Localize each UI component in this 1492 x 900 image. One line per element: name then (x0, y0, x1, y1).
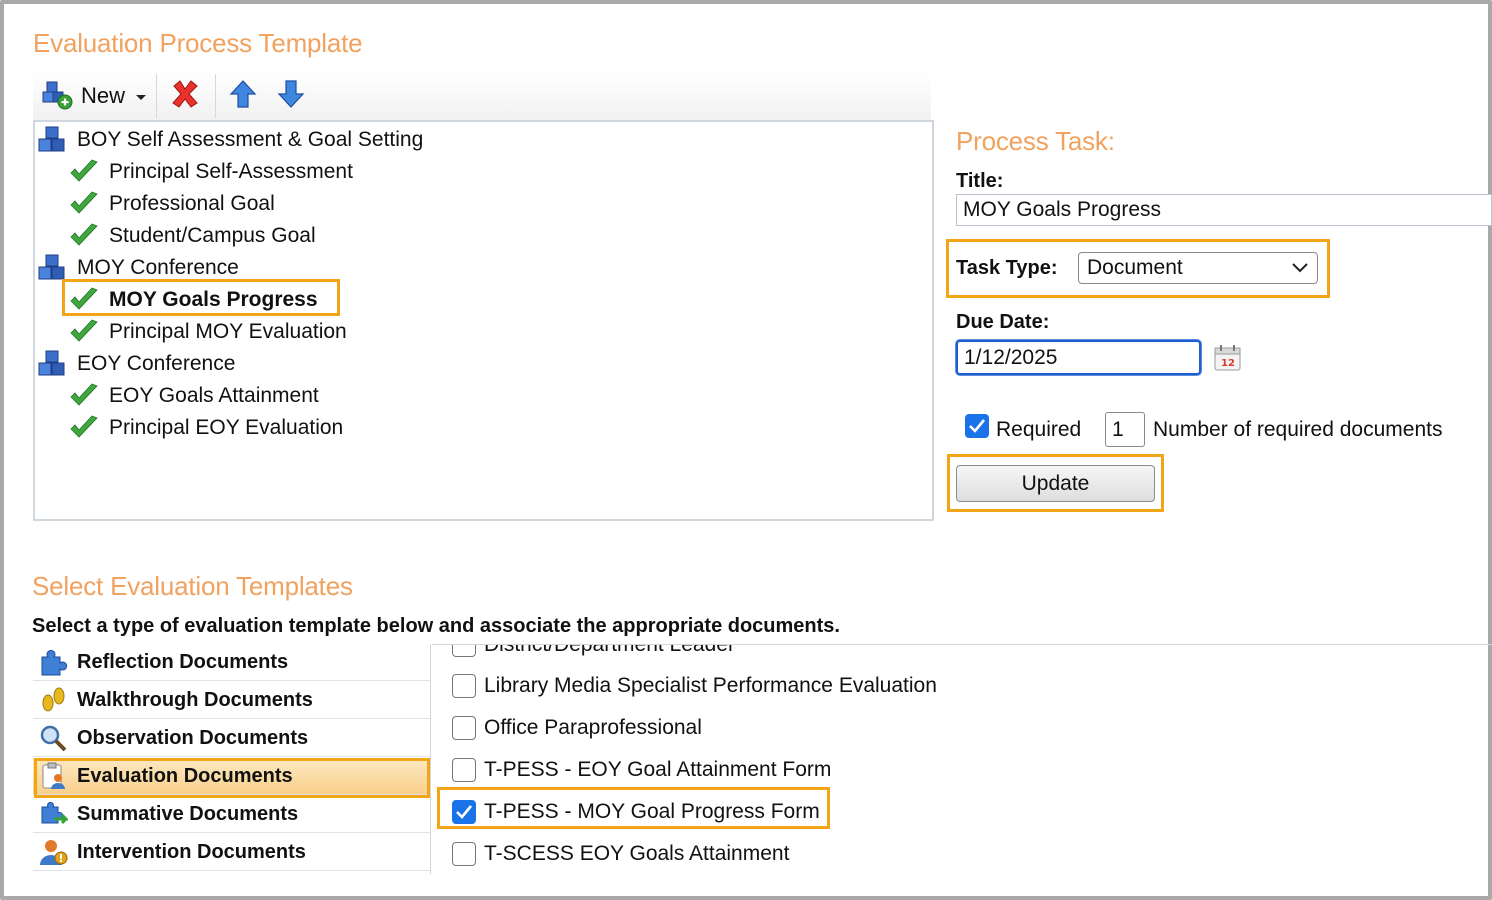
title-input[interactable]: MOY Goals Progress (956, 194, 1492, 226)
delete-button[interactable] (169, 72, 201, 120)
document-item[interactable]: T-SCESS EOY Goals Attainment (452, 839, 789, 869)
selected-task-highlight (62, 279, 340, 316)
svg-text:12: 12 (1221, 358, 1235, 369)
templates-section-title: Select Evaluation Templates (32, 571, 353, 601)
document-label: Office Paraprofessional (484, 716, 702, 739)
document-list: District/Department Leader Library Media… (432, 644, 1492, 875)
document-item[interactable]: Library Media Specialist Performance Eva… (452, 671, 937, 701)
tree-item-label: Professional Goal (109, 192, 275, 215)
check-icon (69, 413, 99, 443)
document-item[interactable]: District/Department Leader (452, 644, 735, 660)
document-checkbox[interactable] (452, 674, 476, 698)
move-down-button[interactable] (277, 72, 305, 120)
update-highlight (947, 454, 1164, 512)
category-label: Observation Documents (77, 726, 309, 749)
tree-toolbar: New (33, 72, 931, 120)
tree-item-professional-goal[interactable]: Professional Goal (69, 188, 275, 220)
category-label: Intervention Documents (77, 840, 306, 863)
tree-item-label: Principal Self-Assessment (109, 160, 353, 183)
tree-item-principal-self-assessment[interactable]: Principal Self-Assessment (69, 156, 353, 188)
tree-item-student-campus-goal[interactable]: Student/Campus Goal (69, 220, 316, 252)
document-checkbox[interactable] (452, 758, 476, 782)
new-button[interactable]: New (41, 72, 147, 120)
category-label: Reflection Documents (77, 650, 289, 673)
category-label: Walkthrough Documents (77, 688, 313, 711)
check-icon (69, 189, 99, 219)
selected-document-highlight (437, 787, 830, 829)
tree-item-eoy[interactable]: EOY Conference (37, 348, 235, 380)
move-down-icon (277, 78, 305, 114)
new-icon (41, 78, 73, 114)
category-observation[interactable]: Observation Documents (33, 720, 430, 757)
tree-item-label: EOY Conference (77, 352, 236, 375)
delete-icon (169, 78, 201, 114)
template-section-title: Evaluation Process Template (33, 28, 363, 58)
tree-item-principal-moy-evaluation[interactable]: Principal MOY Evaluation (69, 316, 347, 348)
check-icon (69, 317, 99, 347)
document-item[interactable]: Office Paraprofessional (452, 713, 702, 743)
footprints-icon (37, 684, 69, 716)
puzzle-arrows-icon (37, 798, 69, 830)
move-up-icon (229, 78, 257, 114)
process-task-heading: Process Task: (956, 126, 1115, 156)
user-alert-icon (37, 836, 69, 868)
title-label: Title: (956, 170, 1004, 192)
required-checkbox[interactable] (965, 414, 989, 438)
document-label: T-SCESS EOY Goals Attainment (484, 842, 790, 865)
category-summative[interactable]: Summative Documents (33, 796, 430, 833)
tree-item-boy[interactable]: BOY Self Assessment & Goal Setting (37, 124, 423, 156)
toolbar-separator (215, 74, 216, 118)
tree-item-label: Student/Campus Goal (109, 224, 316, 247)
calendar-icon[interactable]: 12 (1213, 343, 1243, 377)
check-icon (69, 381, 99, 411)
required-label: Required (996, 418, 1082, 441)
due-date-label: Due Date: (956, 311, 1050, 333)
process-tree: BOY Self Assessment & Goal Setting Princ… (33, 120, 934, 521)
document-checkbox[interactable] (452, 645, 476, 657)
tree-item-label: MOY Conference (77, 256, 239, 279)
tree-item-eoy-goals-attainment[interactable]: EOY Goals Attainment (69, 380, 319, 412)
toolbar-separator (156, 74, 157, 118)
document-label: T-PESS - EOY Goal Attainment Form (484, 758, 832, 781)
task-type-highlight (946, 239, 1330, 298)
move-up-button[interactable] (229, 72, 257, 120)
category-reflection[interactable]: Reflection Documents (33, 644, 430, 681)
magnifier-icon (37, 722, 69, 754)
document-label: Library Media Specialist Performance Eva… (484, 674, 937, 697)
required-count-input[interactable]: 1 (1105, 412, 1145, 447)
due-date-input[interactable]: 1/12/2025 (956, 340, 1201, 375)
tree-item-label: BOY Self Assessment & Goal Setting (77, 128, 424, 151)
stage-icon (37, 349, 67, 379)
document-checkbox[interactable] (452, 716, 476, 740)
category-walkthrough[interactable]: Walkthrough Documents (33, 682, 430, 719)
chevron-down-icon[interactable] (135, 87, 147, 106)
document-label: District/Department Leader (484, 644, 735, 656)
check-icon (69, 157, 99, 187)
required-count-label: Number of required documents (1153, 418, 1443, 441)
stage-icon (37, 125, 67, 155)
document-item[interactable]: T-PESS - EOY Goal Attainment Form (452, 755, 831, 785)
tree-item-label: EOY Goals Attainment (109, 384, 319, 407)
new-button-label: New (81, 83, 126, 108)
selected-category-highlight (34, 758, 430, 798)
document-checkbox[interactable] (452, 842, 476, 866)
puzzle-icon (37, 646, 69, 678)
tree-item-principal-eoy-evaluation[interactable]: Principal EOY Evaluation (69, 412, 343, 444)
tree-item-label: Principal EOY Evaluation (109, 416, 344, 439)
tree-item-label: Principal MOY Evaluation (109, 320, 347, 343)
category-label: Summative Documents (77, 802, 299, 825)
templates-instruction: Select a type of evaluation template bel… (32, 615, 840, 637)
category-intervention[interactable]: Intervention Documents (33, 834, 430, 871)
check-icon (69, 221, 99, 251)
